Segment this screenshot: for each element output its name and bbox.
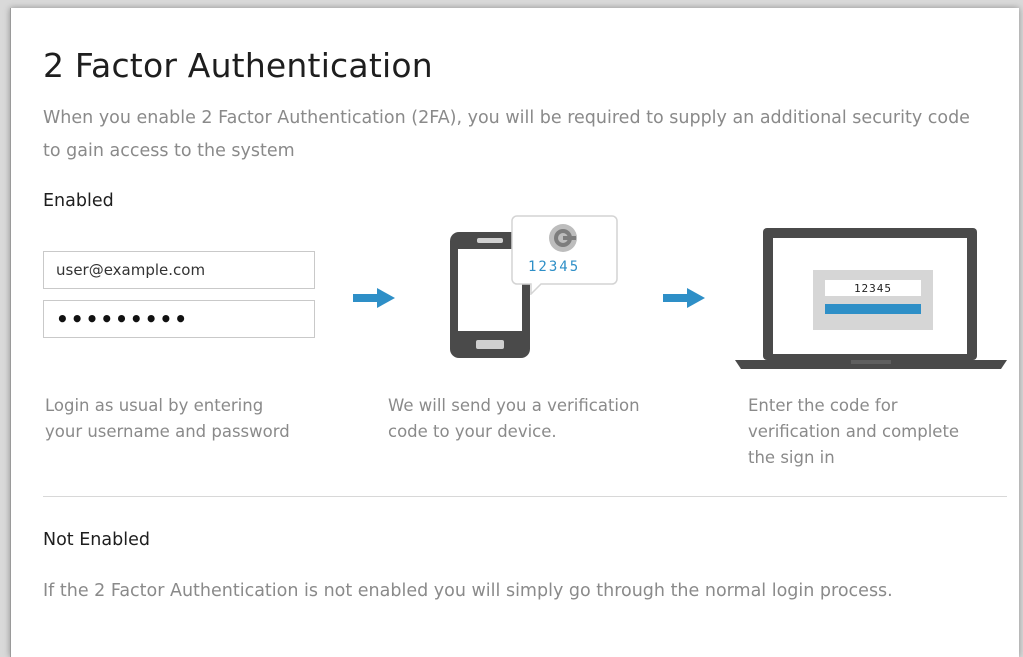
step-enter-code-text: Enter the code for verification and comp… — [748, 396, 960, 467]
google-authenticator-icon — [549, 224, 577, 252]
not-enabled-text: If the 2 Factor Authentication is not en… — [43, 581, 893, 601]
two-factor-panel: 2 Factor Authentication When you enable … — [10, 8, 1019, 657]
section-divider — [43, 496, 1007, 497]
arrow-right-icon — [663, 288, 705, 308]
message-bubble-icon: 12345 — [511, 215, 618, 295]
password-field[interactable] — [43, 300, 315, 338]
bubble-code: 12345 — [528, 259, 581, 275]
laptop-icon: 12345 — [733, 226, 1009, 371]
page-title: 2 Factor Authentication — [43, 46, 433, 85]
username-field[interactable] — [43, 251, 315, 289]
enabled-label: Enabled — [43, 191, 114, 211]
arrow-right-icon — [353, 288, 395, 308]
step-send-code-text: We will send you a verification code to … — [388, 396, 640, 441]
step-login-text: Login as usual by entering your username… — [45, 396, 290, 441]
laptop-code: 12345 — [853, 282, 893, 295]
intro-text: When you enable 2 Factor Authentication … — [43, 108, 970, 161]
not-enabled-label: Not Enabled — [43, 530, 150, 550]
